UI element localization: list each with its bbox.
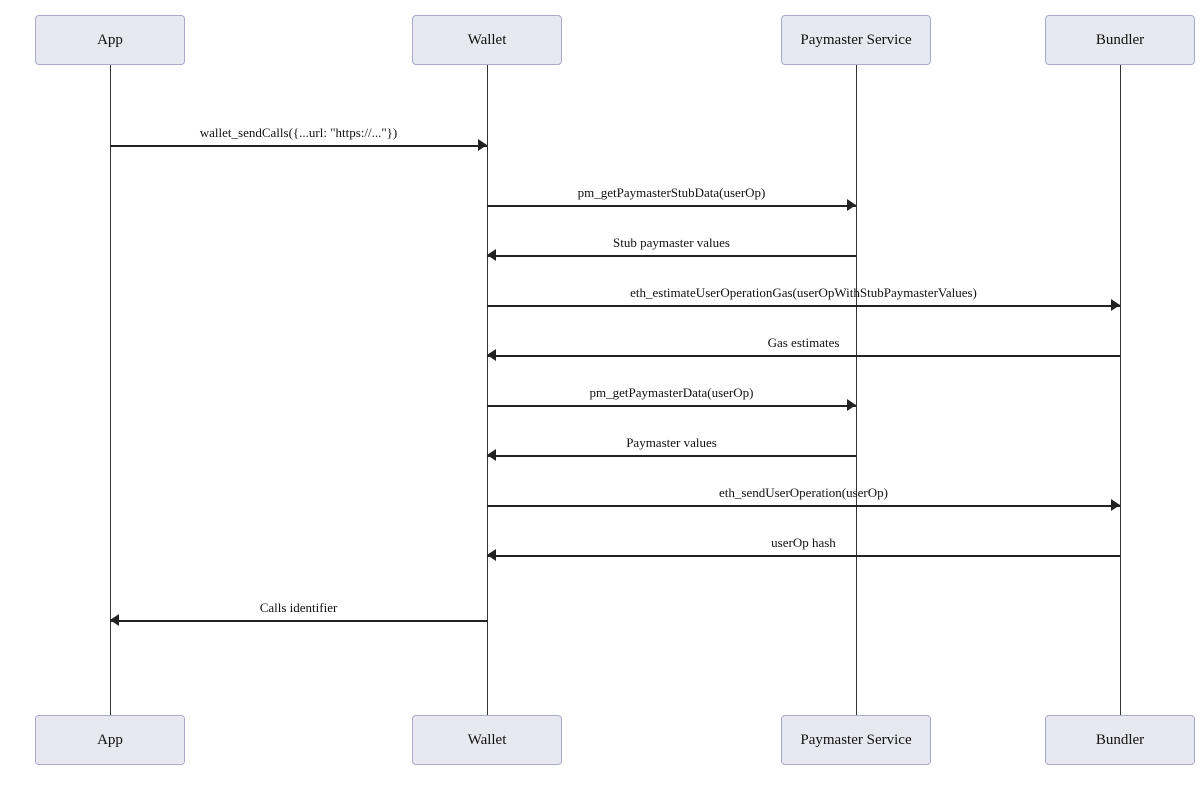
arrow-line-msg2 — [487, 205, 856, 207]
arrowhead-msg10 — [110, 614, 119, 626]
arrowhead-msg7 — [487, 449, 496, 461]
arrow-label-msg2: pm_getPaymasterStubData(userOp) — [578, 185, 766, 201]
arrowhead-msg5 — [487, 349, 496, 361]
arrow-line-msg3 — [487, 255, 856, 257]
actor-bottom-paymaster: Paymaster Service — [781, 715, 931, 765]
arrowhead-msg2 — [847, 199, 856, 211]
arrow-label-msg9: userOp hash — [771, 535, 836, 551]
arrowhead-msg6 — [847, 399, 856, 411]
arrow-line-msg4 — [487, 305, 1120, 307]
sequence-diagram: App App Wallet Wallet Paymaster Service Payma… — [0, 0, 1200, 804]
lifeline-wallet — [487, 65, 488, 715]
lifeline-bundler — [1120, 65, 1121, 715]
actor-bottom-bundler: Bundler — [1045, 715, 1195, 765]
arrow-line-msg9 — [487, 555, 1120, 557]
lifeline-paymaster — [856, 65, 857, 715]
arrow-line-msg5 — [487, 355, 1120, 357]
actor-bottom-app: App — [35, 715, 185, 765]
actor-top-bundler: Bundler — [1045, 15, 1195, 65]
arrowhead-msg4 — [1111, 299, 1120, 311]
arrow-label-msg8: eth_sendUserOperation(userOp) — [719, 485, 888, 501]
actor-top-app: App — [35, 15, 185, 65]
arrow-label-msg5: Gas estimates — [768, 335, 840, 351]
arrowhead-msg3 — [487, 249, 496, 261]
arrow-label-msg7: Paymaster values — [626, 435, 717, 451]
arrowhead-msg9 — [487, 549, 496, 561]
arrowhead-msg8 — [1111, 499, 1120, 511]
arrow-label-msg4: eth_estimateUserOperationGas(userOpWithS… — [630, 285, 977, 301]
arrow-line-msg7 — [487, 455, 856, 457]
arrow-label-msg6: pm_getPaymasterData(userOp) — [590, 385, 754, 401]
arrow-line-msg8 — [487, 505, 1120, 507]
arrowhead-msg1 — [478, 139, 487, 151]
actor-top-wallet: Wallet — [412, 15, 562, 65]
actor-bottom-wallet: Wallet — [412, 715, 562, 765]
arrow-line-msg1 — [110, 145, 487, 147]
arrow-label-msg10: Calls identifier — [260, 600, 338, 616]
actor-top-paymaster: Paymaster Service — [781, 15, 931, 65]
arrow-line-msg6 — [487, 405, 856, 407]
arrow-label-msg3: Stub paymaster values — [613, 235, 730, 251]
arrow-line-msg10 — [110, 620, 487, 622]
arrow-label-msg1: wallet_sendCalls({...url: "https://..."}… — [200, 125, 398, 141]
